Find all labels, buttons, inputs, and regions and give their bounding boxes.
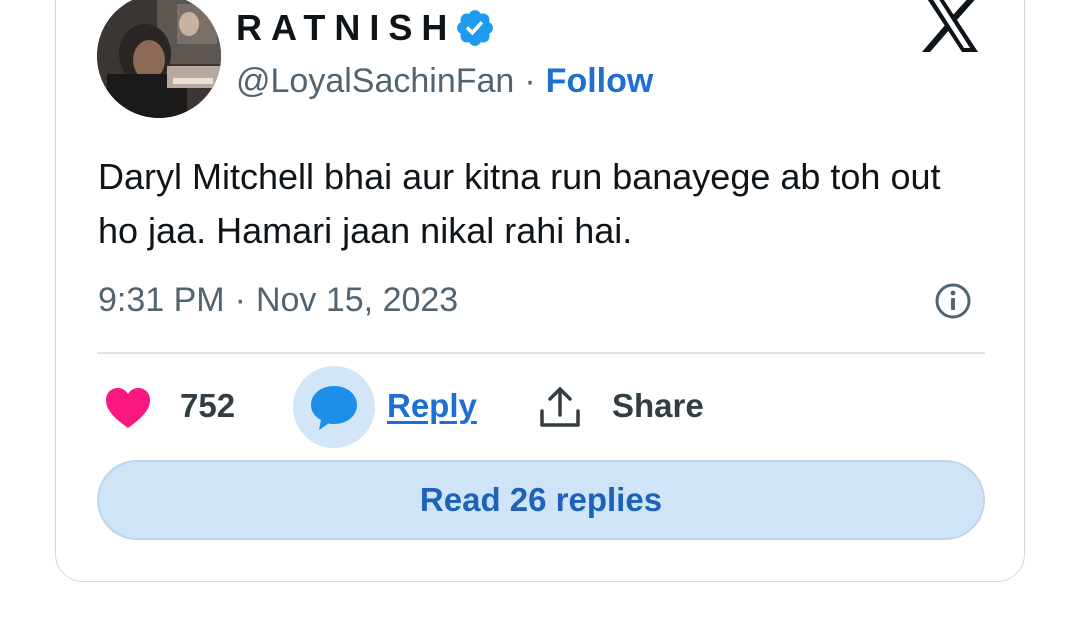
speech-bubble-icon: [311, 386, 357, 430]
x-logo-icon[interactable]: [920, 0, 982, 52]
tweet-text: Daryl Mitchell bhai aur kitna run banaye…: [98, 156, 941, 251]
heart-icon[interactable]: [104, 386, 152, 430]
tweet-date: Nov 15, 2023: [255, 280, 459, 319]
follow-button[interactable]: Follow: [546, 62, 654, 101]
timestamp-separator: ·: [234, 280, 246, 319]
handle-separator: ·: [524, 61, 536, 100]
author-handle-row: @LoyalSachinFan · Follow: [236, 58, 653, 104]
author-name-row: RATNISH: [236, 6, 496, 50]
tweet-timestamp[interactable]: 9:31 PM · Nov 15, 2023: [98, 278, 458, 322]
reply-button[interactable]: [293, 366, 375, 448]
divider: [97, 352, 985, 354]
tweet-time: 9:31 PM: [98, 280, 225, 319]
author-handle[interactable]: @LoyalSachinFan: [236, 62, 514, 101]
verified-badge-icon: [457, 10, 494, 46]
read-replies-button[interactable]: Read 26 replies: [97, 460, 985, 540]
share-button[interactable]: Share: [612, 384, 704, 428]
info-icon[interactable]: [933, 281, 973, 321]
author-display-name[interactable]: RATNISH: [236, 7, 456, 49]
upload-share-icon[interactable]: [538, 385, 582, 429]
reply-link[interactable]: Reply: [387, 384, 477, 428]
like-count: 752: [180, 387, 236, 424]
